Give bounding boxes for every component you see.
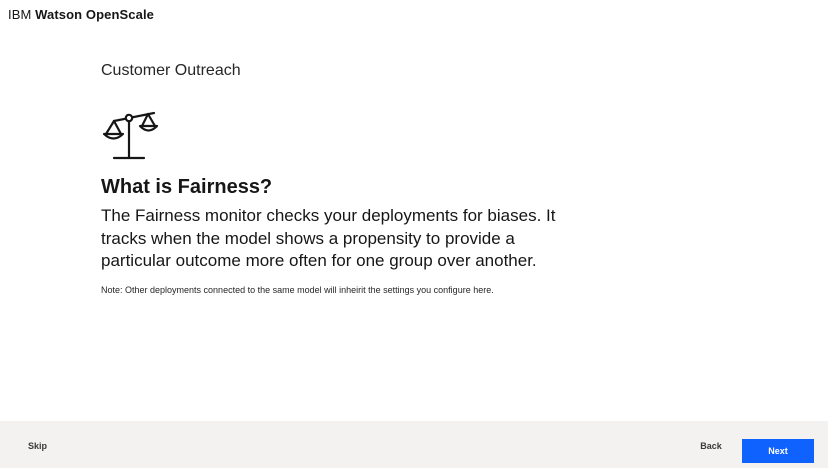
app-brand[interactable]: IBM Watson OpenScale (8, 7, 154, 22)
note-text: Note: Other deployments connected to the… (101, 285, 494, 295)
brand-prefix: IBM (8, 7, 32, 22)
footer-bar: Skip Back Next (0, 421, 828, 468)
next-button[interactable]: Next (742, 439, 814, 463)
page-title: What is Fairness? (101, 176, 273, 198)
deployment-name: Customer Outreach (101, 62, 241, 79)
brand-product: Watson OpenScale (35, 7, 155, 22)
skip-button[interactable]: Skip (28, 441, 47, 451)
balance-scale-icon (101, 108, 159, 162)
back-button[interactable]: Back (688, 439, 734, 453)
description-text: The Fairness monitor checks your deploym… (101, 206, 556, 270)
top-bar: IBM Watson OpenScale (0, 0, 828, 32)
